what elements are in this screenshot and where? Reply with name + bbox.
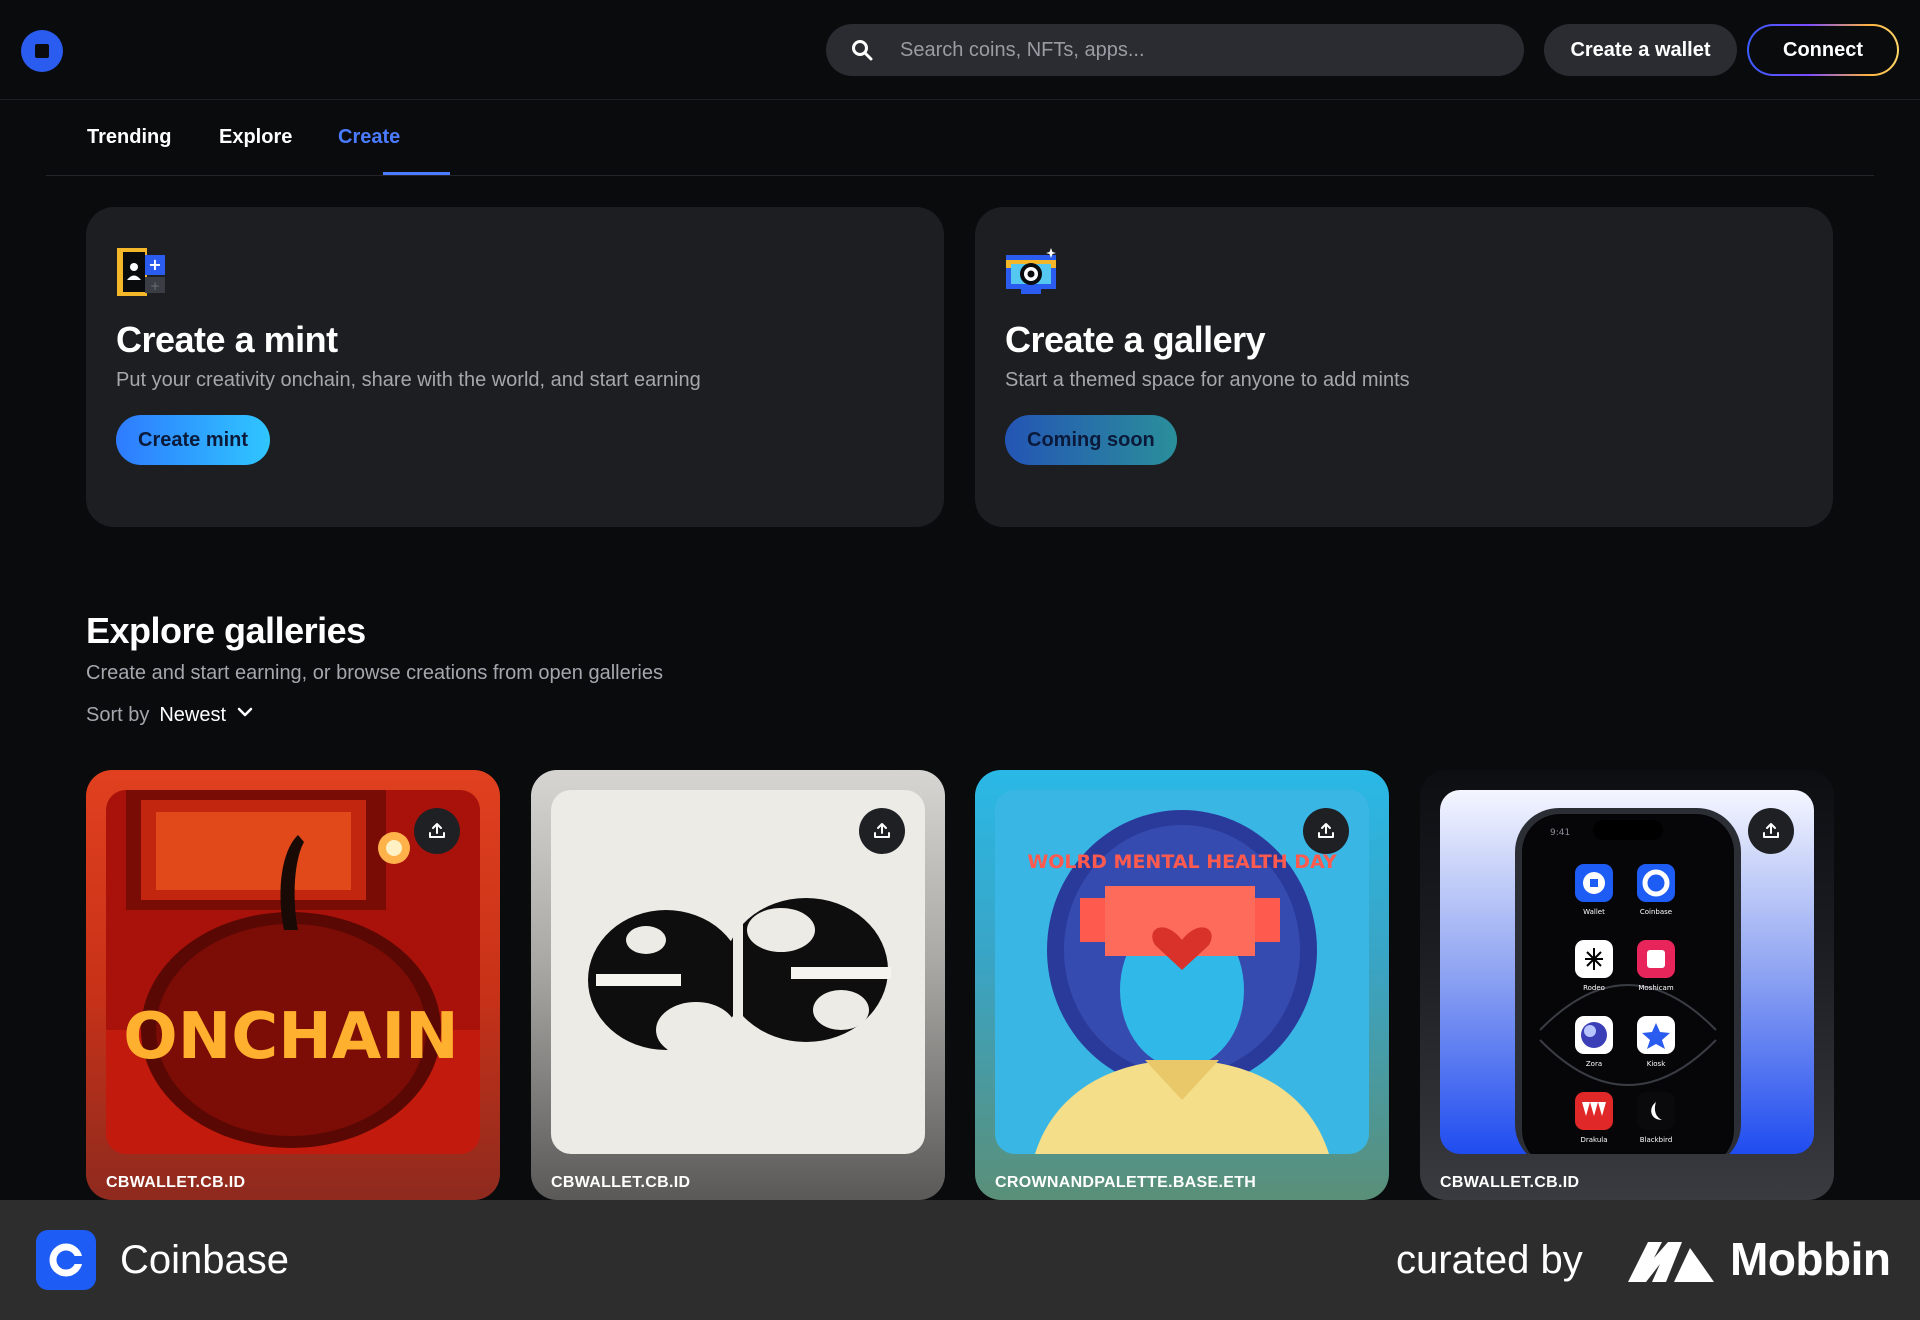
coinbase-logo-icon (36, 1230, 96, 1290)
connect-button-border: Connect (1747, 24, 1899, 76)
create-gallery-title: Create a gallery (1005, 319, 1266, 360)
pumpkin-carved-text: ONCHAIN (123, 1000, 458, 1074)
mobbin-logo-icon (1626, 1236, 1716, 1286)
create-gallery-subtitle: Start a themed space for anyone to add m… (1005, 369, 1410, 391)
app-label-blackbird: Blackbird (1640, 1136, 1673, 1144)
chevron-down-icon[interactable] (236, 703, 254, 727)
gallery-card[interactable]: ONCHAIN CBWALLET.CB.ID (86, 770, 500, 1200)
svg-text:+: + (150, 279, 160, 293)
create-mint-button[interactable]: Create mint (116, 415, 271, 465)
svg-text:+: + (148, 255, 161, 274)
tab-bar: Trending Explore Create (46, 100, 1874, 176)
app-label-kiosk: Kiosk (1647, 1060, 1666, 1068)
sort-dropdown[interactable]: Sort by Newest (86, 703, 254, 727)
curated-by-label: curated by (1396, 1238, 1583, 1282)
share-icon[interactable] (1748, 808, 1794, 854)
gallery-owner[interactable]: CBWALLET.CB.ID (551, 1174, 690, 1192)
gallery-owner[interactable]: CBWALLET.CB.ID (1440, 1174, 1579, 1192)
gallery-card[interactable]: WOLRD MENTAL HEALTH DAY CROWNANDPALETTE.… (975, 770, 1389, 1200)
tab-explore[interactable]: Explore (219, 126, 292, 149)
coming-soon-button[interactable]: Coming soon (1005, 415, 1177, 465)
search-input[interactable] (900, 38, 1460, 62)
phone-status-time: 9:41 (1550, 828, 1570, 838)
footer-bar: Coinbase curated by Mobbin (0, 1200, 1920, 1320)
app-label-zora: Zora (1586, 1060, 1602, 1068)
tab-create[interactable]: Create (338, 126, 400, 149)
create-wallet-button[interactable]: Create a wallet (1544, 24, 1737, 76)
artwork-title-text: WOLRD MENTAL HEALTH DAY (1027, 851, 1337, 873)
sort-label: Sort by (86, 703, 150, 726)
mobbin-brand-name: Mobbin (1730, 1233, 1891, 1285)
top-bar: Create a wallet Connect (0, 0, 1920, 100)
app-label-rodeo: Rodeo (1583, 984, 1605, 992)
gallery-camera-icon (1005, 247, 1057, 299)
coinbase-wallet-logo[interactable] (21, 30, 63, 72)
search-bar[interactable] (826, 24, 1524, 76)
search-icon (836, 24, 888, 76)
create-mint-card: + + Create a mint Put your creativity on… (86, 207, 944, 527)
mint-id-card-icon: + + (116, 247, 168, 299)
sort-value[interactable]: Newest (159, 704, 226, 727)
tab-trending[interactable]: Trending (87, 126, 171, 149)
app-label-wallet: Wallet (1583, 908, 1605, 916)
share-icon[interactable] (859, 808, 905, 854)
create-mint-subtitle: Put your creativity onchain, share with … (116, 369, 701, 391)
app-label-coinbase: Coinbase (1640, 908, 1672, 916)
share-icon[interactable] (1303, 808, 1349, 854)
connect-button[interactable]: Connect (1749, 26, 1897, 74)
gallery-card[interactable]: CBWALLET.CB.ID (531, 770, 945, 1200)
explore-galleries-title: Explore galleries (86, 610, 366, 651)
coinbase-brand-name: Coinbase (120, 1238, 290, 1282)
active-tab-indicator (383, 172, 450, 175)
app-label-moshicam: Moshicam (1638, 984, 1673, 992)
share-icon[interactable] (414, 808, 460, 854)
app-label-drakula: Drakula (1580, 1136, 1607, 1144)
gallery-owner[interactable]: CROWNANDPALETTE.BASE.ETH (995, 1174, 1256, 1192)
create-gallery-card: Create a gallery Start a themed space fo… (975, 207, 1833, 527)
gallery-owner[interactable]: CBWALLET.CB.ID (106, 1174, 245, 1192)
create-mint-title: Create a mint (116, 319, 338, 360)
gallery-card[interactable]: 9:41 Wallet Coinbase Rodeo Moshicam Zora (1420, 770, 1834, 1200)
explore-galleries-subtitle: Create and start earning, or browse crea… (86, 662, 663, 684)
